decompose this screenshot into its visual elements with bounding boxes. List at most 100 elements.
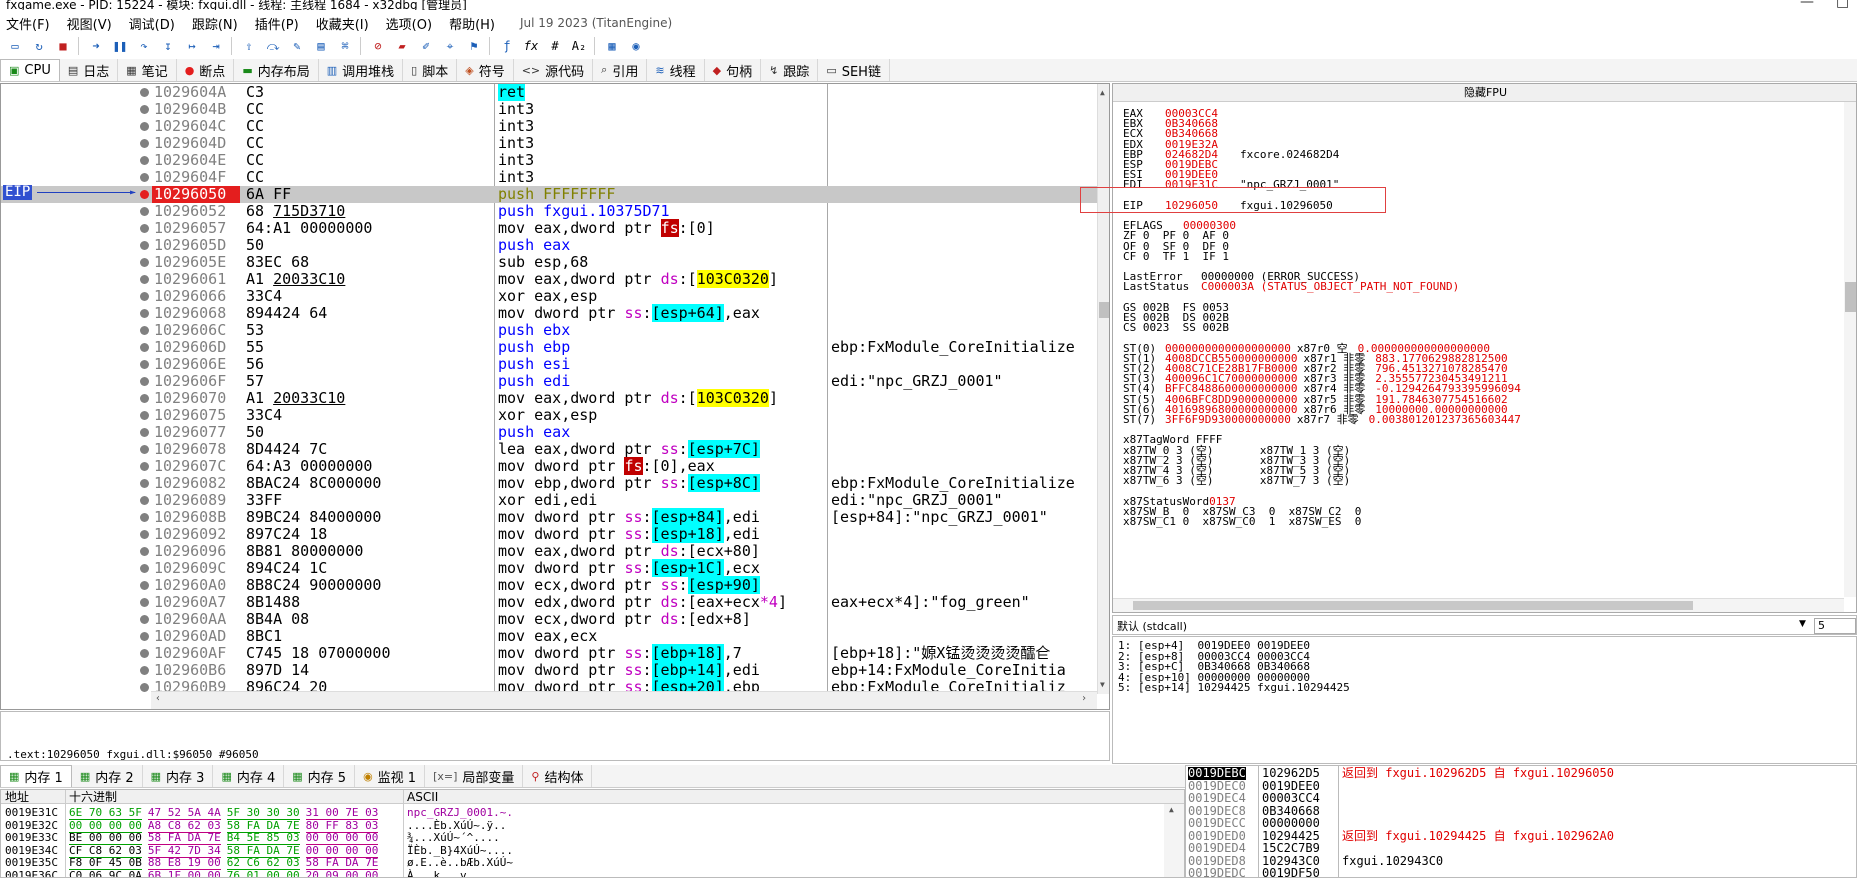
scroll-left-icon[interactable]: ‹: [155, 693, 161, 704]
stack-row[interactable]: 0019DEDC 0019DF50: [1186, 867, 1856, 878]
bookmarks-icon[interactable]: ⚑: [465, 37, 483, 55]
breakpoint-dot-icon[interactable]: [140, 326, 149, 335]
dump-row[interactable]: 0019E35C F8 0F 45 0B 88 E8 19 00 62 C6 62 0…: [1, 856, 521, 870]
menu-item[interactable]: 视图(V): [67, 14, 112, 33]
breakpoint-dot-icon[interactable]: [140, 275, 149, 284]
menu-item[interactable]: 调试(D): [129, 14, 175, 33]
breakpoint-dot-icon[interactable]: [140, 377, 149, 386]
breakpoint-dot-icon[interactable]: [140, 156, 149, 165]
dump-row[interactable]: 0019E36C C0 06 9C 0A 6B 1F 00 00 76 01 00 0…: [1, 869, 521, 878]
animate-icon[interactable]: ✎: [288, 37, 306, 55]
pause-icon[interactable]: ❚❚: [111, 37, 129, 55]
breakpoint-dot-icon[interactable]: [140, 224, 149, 233]
disasm-row[interactable]: 102960B6 897D 14 mov dword ptr ss:[ebp+14]…: [1, 661, 1097, 679]
breakpoint-dot-icon[interactable]: [140, 241, 149, 250]
step-into-icon[interactable]: ↧: [159, 37, 177, 55]
dump-tab[interactable]: ▦ 内存 1: [0, 765, 72, 787]
disasm-row[interactable]: 10296077 50 push eax: [1, 424, 1097, 441]
disasm-row[interactable]: 10296096 8B81 80000000 mov eax,dword ptr d…: [1, 543, 1097, 560]
dump-row[interactable]: 0019E33C BE 00 00 00 58 FA DA 7E B4 5E 85 0…: [1, 831, 521, 845]
tab-source[interactable]: <> 源代码: [514, 59, 594, 81]
disasm-row[interactable]: 102960AF C745 18 07000000 mov dword ptr ss…: [1, 644, 1097, 662]
tab-handles[interactable]: ◆ 句柄: [705, 59, 762, 81]
calling-convention-select[interactable]: 默认 (stdcall): [1117, 618, 1187, 634]
disasm-row[interactable]: 1029604B CC int3: [1, 101, 1097, 118]
breakpoint-dot-icon[interactable]: [140, 632, 149, 641]
register-line[interactable]: LastStatus C000003A (STATUS_OBJECT_PATH_N…: [1123, 281, 1459, 293]
tab-cpu[interactable]: ▣ CPU: [0, 59, 60, 81]
labels-icon[interactable]: ⌖: [441, 37, 459, 55]
dump-row[interactable]: 0019E34C CF C8 62 03 5F 42 7D 34 58 FA DA 7…: [1, 844, 521, 858]
step-icon[interactable]: ↷: [135, 37, 153, 55]
disasm-vertical-scrollbar[interactable]: ▲ ▼: [1097, 84, 1109, 694]
breakpoint-dot-icon[interactable]: [140, 479, 149, 488]
dump-vertical-scrollbar[interactable]: ▲: [1164, 804, 1184, 877]
breakpoint-dot-icon[interactable]: [140, 445, 149, 454]
skip-icon[interactable]: ⤼: [264, 37, 282, 55]
open-icon[interactable]: ▭: [6, 37, 24, 55]
register-value[interactable]: C000003A (STATUS_OBJECT_PATH_NOT_FOUND): [1201, 280, 1459, 293]
menu-item[interactable]: 选项(O): [386, 14, 432, 33]
registers-horizontal-scrollbar[interactable]: [1113, 598, 1844, 612]
scroll-thumb[interactable]: [1133, 601, 1693, 610]
tab-call-stack[interactable]: ▥ 调用堆栈: [319, 59, 404, 81]
breakpoint-dot-icon[interactable]: [140, 428, 149, 437]
help-icon[interactable]: ◉: [627, 37, 645, 55]
scroll-right-icon[interactable]: ›: [1081, 693, 1087, 704]
chevron-down-icon[interactable]: ▼: [1799, 619, 1806, 629]
stack-view[interactable]: 0019DEBC 102962D5 返回到 fxgui.102962D5 自 fxg…: [1185, 765, 1857, 878]
memory-dump-view[interactable]: 地址 十六进制 ASCII 0019E31C 6E 70 63 5F 47 52 5…: [0, 789, 1185, 878]
calculator-icon[interactable]: ▦: [603, 37, 621, 55]
disasm-row[interactable]: 10296070 A1 20033C10 mov eax,dword ptr ds:…: [1, 389, 1097, 407]
tab-seh[interactable]: ▭ SEH链: [818, 59, 890, 81]
arg-count-spinner[interactable]: 5: [1814, 618, 1856, 634]
disasm-row[interactable]: 1029607C 64:A3 00000000 mov dword ptr fs:[…: [1, 457, 1097, 475]
stop-icon[interactable]: ■: [54, 37, 72, 55]
disasm-row[interactable]: 10296050 6A FF push FFFFFFFF: [1, 186, 1097, 203]
disasm-row[interactable]: 102960AD 8BC1 mov eax,ecx: [1, 628, 1097, 645]
step-over-icon[interactable]: ↦: [183, 37, 201, 55]
breakpoint-dot-icon[interactable]: [140, 411, 149, 420]
disasm-row[interactable]: 1029604F CC int3: [1, 169, 1097, 186]
dump-tab[interactable]: [x=] 局部变量: [425, 765, 524, 787]
scroll-up-icon[interactable]: ▲: [1169, 805, 1174, 814]
disasm-row[interactable]: 102960AA 8B4A 08 mov ecx,dword ptr ds:[edx…: [1, 611, 1097, 628]
breakpoint-dot-icon[interactable]: [140, 207, 149, 216]
scroll-thumb[interactable]: [1099, 302, 1109, 318]
breakpoint-dot-icon[interactable]: [140, 581, 149, 590]
call-arguments-view[interactable]: 1: [esp+4] 0019DEE0 0019DEE0 2: [esp+8] 0…: [1112, 636, 1857, 764]
disasm-row[interactable]: 1029606E 56 push esi: [1, 356, 1097, 373]
exec-till-return-icon[interactable]: ⇥: [207, 37, 225, 55]
hash-icon[interactable]: #: [546, 37, 564, 55]
scroll-down-icon[interactable]: ▼: [1100, 680, 1105, 689]
disasm-row[interactable]: 1029606C 53 push ebx: [1, 322, 1097, 339]
disasm-row[interactable]: 1029605D 50 push eax: [1, 237, 1097, 254]
breakpoint-dot-icon[interactable]: [140, 564, 149, 573]
scroll-up-icon[interactable]: ▲: [1100, 88, 1105, 97]
run-to-user-code-icon[interactable]: ⇪: [240, 37, 258, 55]
dump-tab[interactable]: ⚲ 结构体: [523, 765, 593, 787]
disasm-row[interactable]: 10296075 33C4 xor eax,esp: [1, 407, 1097, 424]
patch-icon[interactable]: ▰: [393, 37, 411, 55]
disasm-row[interactable]: 10296089 33FF xor edi,edi edi:"npc_GRZJ_000…: [1, 492, 1097, 509]
breakpoint-dot-icon[interactable]: [140, 496, 149, 505]
disasm-row[interactable]: 10296052 68 715D3710 push fxgui.10375D71: [1, 203, 1097, 220]
register-line[interactable]: ST(7) 3FF6F9D930000000000 x87r7 非零 0.003801…: [1123, 414, 1521, 426]
disasm-horizontal-scrollbar[interactable]: ‹ ›: [151, 691, 1097, 709]
disasm-row[interactable]: 1029604A C3 ret: [1, 84, 1097, 101]
tab-log[interactable]: ▤ 日志: [60, 59, 119, 81]
breakpoint-dot-icon[interactable]: [140, 105, 149, 114]
breakpoint-dot-icon[interactable]: [140, 649, 149, 658]
breakpoint-dot-icon[interactable]: [140, 292, 149, 301]
dump-tab[interactable]: ▦ 内存 2: [72, 765, 143, 787]
tab-symbols[interactable]: ◈ 符号: [457, 59, 514, 81]
strings-icon[interactable]: A₂: [570, 37, 588, 55]
menu-item[interactable]: 收藏夹(I): [316, 14, 369, 33]
disasm-row[interactable]: 10296057 64:A1 00000000 mov eax,dword ptr …: [1, 219, 1097, 237]
disasm-row[interactable]: 1029606F 57 push edi edi:"npc_GRZJ_0001": [1, 373, 1097, 390]
breakpoint-dot-icon[interactable]: [140, 258, 149, 267]
disasm-row[interactable]: 10296066 33C4 xor eax,esp: [1, 288, 1097, 305]
tab-script[interactable]: ▯ 脚本: [403, 59, 458, 81]
menu-item[interactable]: 插件(P): [255, 14, 299, 33]
menu-item[interactable]: 文件(F): [6, 14, 50, 33]
